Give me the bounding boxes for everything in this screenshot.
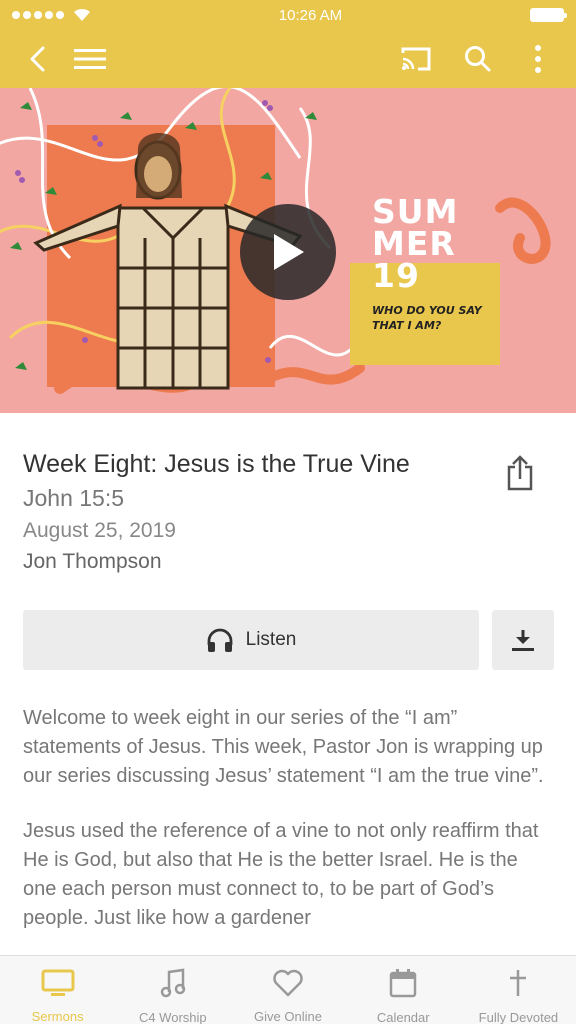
- tab-sermons[interactable]: Sermons: [0, 956, 115, 1024]
- sermon-speaker: Jon Thompson: [23, 550, 162, 573]
- signal-strength-icon: [12, 8, 91, 22]
- navigation-bar: [0, 30, 576, 88]
- cast-button[interactable]: [394, 37, 438, 81]
- tagline-underline: [372, 340, 432, 343]
- headphones-icon: [207, 628, 233, 652]
- listen-label: Listen: [245, 629, 297, 650]
- hamburger-menu-icon: [74, 49, 106, 69]
- menu-button[interactable]: [68, 37, 112, 81]
- search-icon: [465, 46, 491, 72]
- more-vertical-icon: [535, 45, 541, 73]
- sermon-title: Week Eight: Jesus is the True Vine: [23, 450, 410, 478]
- sermon-scripture: John 15:5: [23, 485, 125, 511]
- download-icon: [512, 630, 534, 651]
- status-time: 10:26 AM: [278, 6, 343, 24]
- series-tagline: WHO DO YOU SAY THAT I AM?: [372, 304, 482, 332]
- tab-label: C4 Worship: [138, 1010, 207, 1024]
- cast-icon: [401, 47, 431, 71]
- wifi-icon: [74, 8, 90, 21]
- description-paragraph: Welcome to week eight in our series of t…: [23, 707, 544, 787]
- listen-button[interactable]: Listen: [23, 610, 479, 670]
- back-button[interactable]: [16, 37, 60, 81]
- sermon-description: Welcome to week eight in our series of t…: [23, 704, 553, 955]
- play-icon: [274, 234, 304, 270]
- download-button[interactable]: [492, 610, 554, 670]
- share-button[interactable]: [500, 453, 540, 493]
- tab-give-online[interactable]: Give Online: [230, 956, 345, 1024]
- heart-icon: [273, 969, 303, 996]
- tab-label: Fully Devoted: [478, 1010, 559, 1024]
- tab-label: Calendar: [376, 1010, 430, 1024]
- monitor-icon: [41, 969, 75, 996]
- tab-fully-devoted[interactable]: Fully Devoted: [461, 956, 576, 1024]
- bottom-tab-bar: Sermons C4 Worship Give Online Calendar …: [0, 955, 576, 1024]
- battery-icon: [529, 8, 567, 22]
- sermon-details: Week Eight: Jesus is the True Vine John …: [0, 413, 576, 955]
- tab-label: Give Online: [254, 1009, 322, 1024]
- status-bar: 10:26 AM: [0, 0, 576, 30]
- play-video-button[interactable]: [240, 204, 336, 300]
- calendar-icon: [389, 969, 417, 998]
- tab-label: Sermons: [31, 1009, 84, 1024]
- music-note-icon: [160, 968, 186, 998]
- more-options-button[interactable]: [516, 37, 560, 81]
- sermon-date: August 25, 2019: [23, 519, 176, 542]
- description-paragraph: Jesus used the reference of a vine to no…: [23, 820, 539, 929]
- search-button[interactable]: [456, 37, 500, 81]
- share-icon: [507, 455, 533, 491]
- series-title: SUM MER 19: [372, 192, 459, 295]
- tab-c4-worship[interactable]: C4 Worship: [115, 956, 230, 1024]
- tab-calendar[interactable]: Calendar: [346, 956, 461, 1024]
- cross-icon: [510, 970, 527, 996]
- chevron-left-icon: [30, 46, 45, 72]
